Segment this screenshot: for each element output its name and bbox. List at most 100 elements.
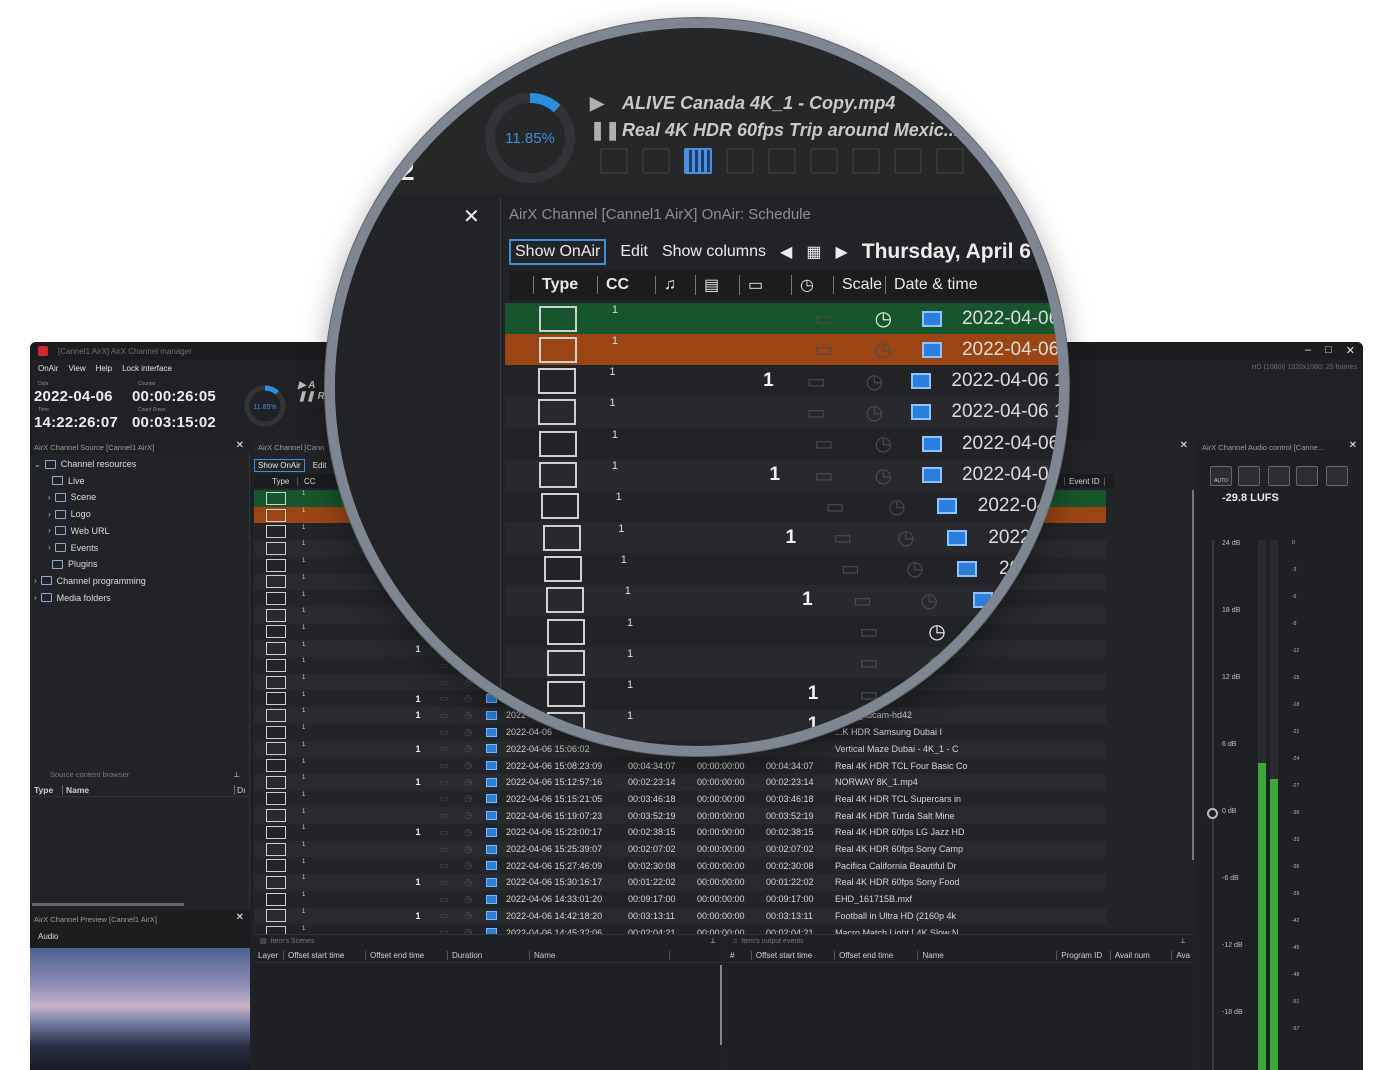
lens-schedule-row[interactable]: 11▭◷2022-0 [505,584,1059,616]
lens-col-monitor-icon[interactable]: ▭ [739,275,791,295]
audio-mix-icon[interactable] [1238,466,1260,486]
chevron-icon[interactable]: › [34,576,37,585]
lens-schedule-row[interactable]: 1 ▭ ◷ 2022-04-06 1 [505,303,1059,334]
col-duration[interactable]: Dı [234,784,246,795]
lens-schedule-row[interactable]: 1 1 ▭ ◷ 2022-04-06 14 [505,366,1059,397]
scenes-col-name[interactable]: Name [530,951,670,960]
schedule-row[interactable]: 1 1 ▭ ◷ 2022-04-06 15:12:57:16 00:02:23:14 00:… [254,773,1106,791]
play-status-icon[interactable] [810,148,838,174]
schedule-row[interactable]: 1 ▭ ◷ 2022-04-06 15:19:07:23 00:03:52:19 00:0… [254,807,1106,824]
scenes-col-layer[interactable]: Layer [254,951,284,960]
preview-panel-close-icon[interactable]: ✕ [236,912,244,923]
audio-status-icon[interactable] [768,148,796,174]
grid-status-icon[interactable] [684,148,712,174]
scenes-col-offset-end[interactable]: Offset end time [366,951,448,960]
chevron-icon[interactable]: › [34,593,37,602]
show-onair-button[interactable]: Show OnAir [254,459,305,472]
play-icon[interactable]: ▶ [590,93,612,114]
lens-show-onair-button[interactable]: Show OnAir [509,239,607,265]
events-col-avail[interactable]: Ava [1172,951,1194,960]
pause-icon[interactable]: ❚❚ [590,120,620,141]
schedule-row[interactable]: 1 ▭ ◷ 2022-04-06 15:08:23:09 00:04:34:07 00:0… [254,757,1106,774]
schedule-row[interactable]: 1 1 ▭ ◷ 2022-04-06 15:23:00:17 00:02:38:15 00:… [254,824,1106,841]
schedule-row[interactable]: 1 1 ▭ ◷ 2022-04-06 15:30:16:17 00:01:22:02 00:… [254,874,1106,891]
tree-item[interactable]: › Web URL [48,523,110,539]
scenes-col-offset-start[interactable]: Offset start time [284,951,366,960]
scenes-col-duration[interactable]: Duration [448,951,530,960]
events-col-offset-start[interactable]: Offset start time [752,951,836,960]
lens-col-type[interactable]: Type [533,276,597,294]
menu-view[interactable]: View [68,364,85,373]
edit-button[interactable]: Edit [313,461,327,470]
lens-col-clock-icon[interactable]: ◷ [791,275,833,295]
volume-slider-handle[interactable] [1207,808,1218,819]
preview-audio-tab[interactable]: Audio [38,932,58,941]
volume-slider-track[interactable] [1212,540,1214,1070]
minimize-button[interactable]: – [1305,344,1311,357]
tree-item[interactable]: Plugins [48,556,98,572]
lens-schedule-row[interactable]: 1 ▭ ◷ 2022-04-06 1 [505,334,1059,366]
events-col-offset-end[interactable]: Offset end time [835,951,919,960]
events-pin-icon[interactable]: ⊥ [1180,937,1186,945]
lens-show-columns-button[interactable]: Show columns [662,243,766,261]
pin-icon[interactable]: ⊥ [233,770,240,779]
schedule-row[interactable]: 1 ▭ ◷ 2022-04-06 15:15:21:05 00:03:46:18 00:0… [254,791,1106,808]
audio-eq-icon[interactable] [1296,466,1318,486]
tree-item[interactable]: › Media folders [34,590,111,606]
events-col-number[interactable]: # [726,951,752,960]
source-panel-close-icon[interactable]: ✕ [236,440,244,451]
lens-source-close-icon[interactable]: ✕ [463,204,480,229]
lens-schedule-row[interactable]: 1 1 ▭ ◷ 2022-04-0 [505,522,1059,554]
close-status-icon[interactable] [936,148,964,174]
sched-col-type[interactable]: Type [254,476,298,486]
events-col-program-id[interactable]: Program ID [1057,951,1111,960]
calendar-icon[interactable]: ▦ [806,242,821,262]
events-col-name[interactable]: Name [918,951,1058,960]
col-type[interactable]: Type [30,785,62,795]
lens-schedule-row[interactable]: 1 1 ▭ ◷ [505,679,1059,710]
col-name[interactable]: Name [62,784,234,795]
menu-lock-interface[interactable]: Lock interface [122,364,172,373]
chevron-icon[interactable]: ⌄ [34,460,41,469]
chevron-icon[interactable]: › [48,543,51,552]
tree-item[interactable]: ⌄ Channel resources [34,456,136,472]
scenes-scrollbar[interactable] [720,965,722,1045]
schedule-scrollbar[interactable] [1192,490,1194,860]
tree-item[interactable]: › Channel programming [34,573,146,589]
scene-status-icon[interactable] [642,148,670,174]
events-col-avail-num[interactable]: Avail num [1111,951,1173,960]
lens-col-scale[interactable]: Scale [833,276,885,294]
audio-grid-icon[interactable] [1326,466,1348,486]
scenes-pin-icon[interactable]: ⊥ [710,937,716,945]
lens-col-clapper-icon[interactable]: ▤ [695,275,739,295]
lens-schedule-row[interactable]: 1 ▭ ◷ 2022-04-06 14 [505,396,1059,428]
lens-col-bell-icon[interactable]: ♫ [655,276,695,294]
menu-onair[interactable]: OnAir [38,364,58,373]
lens-schedule-row[interactable]: 1 ▭ ◷ 2022-04-06 [505,491,1059,522]
sched-col-event-id[interactable]: Event ID [1064,476,1105,486]
close-window-button[interactable]: ✕ [1346,344,1355,357]
lens-schedule-row[interactable]: 1 1 ▭ ◷ 2022 [505,709,1059,741]
prev-day-icon[interactable]: ◀ [780,242,792,262]
schedule-row[interactable]: 1 ▭ ◷ 2022-04-06 14:33:01:20 00:09:17:00 00:0… [254,891,1106,908]
lens-schedule-row[interactable]: 1 1 ▭ ◷ 2022-04-06 1 [505,459,1059,491]
frame-status-icon[interactable] [852,148,880,174]
tree-item[interactable]: › Scene [48,489,96,505]
source-scrollbar[interactable] [32,903,184,906]
chevron-icon[interactable]: › [48,526,51,535]
chevron-icon[interactable]: › [48,493,51,502]
sched-col-cc[interactable]: CC [298,477,338,486]
lens-edit-button[interactable]: Edit [620,243,648,261]
schedule-panel-close-icon[interactable]: ✕ [1180,440,1188,451]
lens-schedule-row[interactable]: 1 ▭ ◷ 2022-04-06 1 [505,428,1059,459]
schedule-row[interactable]: 1 ▭ ◷ 2022-04-06 15:27:46:09 00:02:30:08 00:0… [254,857,1106,874]
audio-panel-close-icon[interactable]: ✕ [1349,440,1357,451]
tree-item[interactable]: › Logo [48,506,91,522]
tree-item[interactable]: Live [48,473,85,489]
warning-status-icon[interactable] [894,148,922,174]
lens-schedule-row[interactable]: 1 ▭ ◷ 2022-04- [505,553,1059,584]
layout-status-icon[interactable] [726,148,754,174]
next-day-icon[interactable]: ▶ [835,242,847,262]
lens-col-cc[interactable]: CC [597,276,655,294]
audio-bars-icon[interactable] [1268,466,1290,486]
